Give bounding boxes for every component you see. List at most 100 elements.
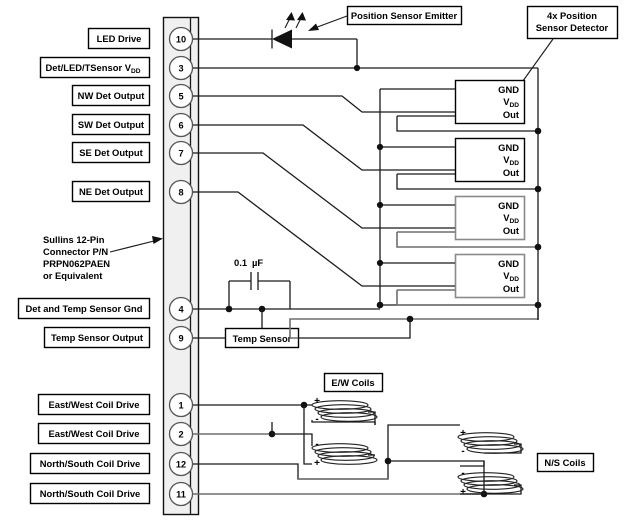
signal-label-ne-det: NE Det Output <box>71 180 151 203</box>
detector-block-1: GND VDD Out <box>454 79 526 125</box>
pin-number: 12 <box>176 460 186 470</box>
pin-number: 2 <box>178 430 183 440</box>
signal-label-nw-det: NW Det Output <box>71 84 151 107</box>
pin-10[interactable]: 10 <box>168 26 194 52</box>
pin-number: 3 <box>178 64 183 74</box>
detector-block-3: GND VDD Out <box>454 195 526 241</box>
junction-dot <box>534 243 542 251</box>
coil-plus-sign: + <box>314 458 320 469</box>
pin-9[interactable]: 9 <box>168 325 194 351</box>
pin-number: 7 <box>178 149 183 159</box>
detector-vdd-subscript: DD <box>509 102 519 109</box>
callout-ns-coils: N/S Coils <box>536 452 595 473</box>
callout-position-sensor-detector: 4x Position Sensor Detector <box>526 5 619 40</box>
wire-pin2-ew-lower-minus <box>272 433 313 446</box>
detector-block-2: GND VDD Out <box>454 137 526 183</box>
detector-gnd-label: GND <box>498 142 519 153</box>
junction-dot <box>376 259 384 267</box>
junction-dot <box>376 301 384 309</box>
connector-note-line3: PRPN062PAEN <box>43 258 110 269</box>
wire-pin7-se-det <box>193 152 455 229</box>
signal-label-text: SE Det Output <box>79 147 143 158</box>
detector-block-4: GND VDD Out <box>454 253 526 299</box>
wire-tempsensor-out <box>298 319 411 339</box>
coil-plus-sign: + <box>460 487 466 498</box>
schematic-diagram: LED Drive Det/LED/TSensor VDD NW Det Out… <box>0 0 637 532</box>
capacitor-0p1uf: 0.1 µF <box>228 257 291 309</box>
signal-label-ns-coil-drive-1: North/South Coil Drive <box>29 452 151 475</box>
signal-label-subscript: DD <box>131 68 141 75</box>
junction-dot <box>376 201 384 209</box>
detector-out-label: Out <box>503 109 519 120</box>
coil-plus-sign: + <box>314 396 320 407</box>
pin-number: 11 <box>176 490 186 500</box>
temp-sensor-label: Temp Sensor <box>233 333 292 344</box>
connector-note-arrow <box>109 236 163 253</box>
signal-label-text: North/South Coil Drive <box>40 488 141 499</box>
pin-5[interactable]: 5 <box>168 83 194 109</box>
pin-number: 8 <box>178 188 183 198</box>
signal-label-text: Det/LED/TSensor V <box>46 62 132 73</box>
signal-label-text: NE Det Output <box>79 186 143 197</box>
pin-7[interactable]: 7 <box>168 140 194 166</box>
capacitor-value: 0.1 <box>234 257 247 268</box>
pin-number: 10 <box>176 35 186 45</box>
connector-note: Sullins 12-Pin Connector P/N PRPN062PAEN… <box>43 234 110 281</box>
signal-label-ew-coil-drive-2: East/West Coil Drive <box>37 422 151 445</box>
signal-label-se-det: SE Det Output <box>71 141 151 164</box>
signal-label-text: East/West Coil Drive <box>48 399 139 410</box>
wire-tempsensor-vdd <box>289 318 538 339</box>
connector-note-line4: or Equivalent <box>43 270 102 281</box>
coil-minus-sign: - <box>315 414 318 425</box>
junction-dot <box>534 185 542 193</box>
pin-1[interactable]: 1 <box>168 392 194 418</box>
coil-ew-upper: + - <box>311 396 378 425</box>
pin-number: 6 <box>178 121 183 131</box>
capacitor-unit: µF <box>252 257 263 268</box>
signal-label-text: Det and Temp Sensor Gnd <box>25 303 142 314</box>
callout-position-sensor-emitter: Position Sensor Emitter <box>346 5 463 26</box>
junction-dot <box>376 143 384 151</box>
coil-minus-sign: - <box>461 468 464 479</box>
callout-text-line1: 4x Position <box>547 10 597 21</box>
pin-4[interactable]: 4 <box>168 296 194 322</box>
signal-label-text: Temp Sensor Output <box>51 332 143 343</box>
pin-6[interactable]: 6 <box>168 112 194 138</box>
pin-11[interactable]: 11 <box>168 481 194 507</box>
temp-sensor-block: Temp Sensor <box>224 327 300 349</box>
pin-number: 5 <box>178 92 183 102</box>
signal-label-led-drive: LED Drive <box>87 27 151 50</box>
coil-minus-sign: - <box>315 439 318 450</box>
detector-vdd-subscript: DD <box>509 218 519 225</box>
pin-12[interactable]: 12 <box>168 451 194 477</box>
pin-2[interactable]: 2 <box>168 421 194 447</box>
coil-plus-sign: + <box>460 428 466 439</box>
signal-label-ns-coil-drive-2: North/South Coil Drive <box>29 482 151 505</box>
signal-label-text: LED Drive <box>97 33 142 44</box>
pin-number: 9 <box>178 334 183 344</box>
schematic-canvas: LED Drive Det/LED/TSensor VDD NW Det Out… <box>17 5 619 516</box>
signal-label-vdd: Det/LED/TSensor VDD <box>39 56 151 79</box>
detector-gnd-label: GND <box>498 200 519 211</box>
signal-label-text: East/West Coil Drive <box>48 428 139 439</box>
callout-text: N/S Coils <box>544 457 585 468</box>
signal-label-text: North/South Coil Drive <box>40 458 141 469</box>
pin-number: 4 <box>178 305 184 315</box>
callout-text-line2: Sensor Detector <box>536 22 609 33</box>
detector-out-label: Out <box>503 225 519 236</box>
detector-vdd-subscript: DD <box>509 160 519 167</box>
pin-8[interactable]: 8 <box>168 179 194 205</box>
callout-text: Position Sensor Emitter <box>351 10 458 21</box>
detector-out-label: Out <box>503 167 519 178</box>
junction-dot <box>534 127 542 135</box>
detector-gnd-label: GND <box>498 258 519 269</box>
signal-label-temp-sensor-output: Temp Sensor Output <box>43 326 151 349</box>
signal-label-text: NW Det Output <box>78 90 145 101</box>
signal-label-det-temp-gnd: Det and Temp Sensor Gnd <box>17 297 151 320</box>
pin-3[interactable]: 3 <box>168 55 194 81</box>
callout-emitter-leader <box>308 15 348 31</box>
junction-dot <box>353 64 361 72</box>
signal-label-ew-coil-drive-1: East/West Coil Drive <box>37 393 151 416</box>
wire-pin8-ne-det <box>193 191 455 287</box>
connector-note-line2: Connector P/N <box>43 246 108 257</box>
